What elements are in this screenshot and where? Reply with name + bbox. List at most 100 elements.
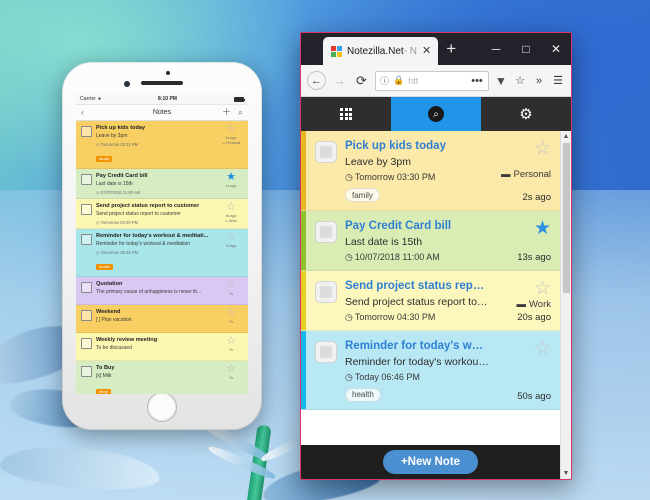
scrollbar-thumb[interactable] <box>562 143 570 293</box>
note-accent-bar <box>301 131 306 210</box>
reload-icon[interactable]: ⟳ <box>353 72 370 89</box>
tab-grid-view[interactable] <box>301 97 391 131</box>
address-bar[interactable]: ⓘ 🔒 htt ••• <box>375 70 489 91</box>
note-checkbox[interactable] <box>315 280 337 303</box>
note-tag[interactable]: health <box>96 263 113 270</box>
earpiece-speaker <box>141 81 183 85</box>
note-star-icon[interactable]: ☆ <box>534 139 551 158</box>
note-tag[interactable]: family <box>345 188 380 202</box>
note-card[interactable]: Reminder for today's worko... Reminder fo… <box>301 330 560 410</box>
overflow-chevron-icon[interactable]: » <box>532 75 546 87</box>
note-checkbox[interactable] <box>315 141 337 163</box>
note-description: Last date is 15th <box>96 181 133 187</box>
note-timestamp: 1s ago <box>225 184 237 188</box>
note-checkbox[interactable] <box>81 174 92 185</box>
note-tag[interactable]: shop <box>96 388 111 394</box>
close-window-button[interactable]: ✕ <box>541 33 571 65</box>
shield-icon[interactable]: ▼ <box>494 74 508 88</box>
note-star-icon[interactable]: ☆ <box>226 308 236 319</box>
note-star-icon[interactable]: ☆ <box>226 280 236 291</box>
tab-search[interactable]: ⌕ <box>391 97 481 131</box>
grid-icon <box>340 108 352 120</box>
home-button[interactable] <box>147 392 177 422</box>
note-checkbox[interactable] <box>81 310 92 321</box>
app-toolbar: ⌕ ⚙ <box>301 97 571 131</box>
note-title: Pay Credit Card bill <box>96 173 148 179</box>
ios-note-list[interactable]: Pick up kids today Leave by 3pm ◷Tomorrow … <box>76 121 248 394</box>
ios-note-row[interactable]: Weekend [ ] Plan vacation ☆ 7s <box>76 305 248 333</box>
carrier-label: Carrier <box>80 96 96 102</box>
note-description: Reminder for today's workout & m... <box>345 355 489 368</box>
hamburger-menu-icon[interactable]: ☰ <box>551 74 565 87</box>
note-star-icon[interactable]: ☆ <box>226 336 236 347</box>
vertical-scrollbar[interactable]: ▲ ▼ <box>560 131 571 479</box>
ios-note-row[interactable]: Pick up kids today Leave by 3pm ◷Tomorrow … <box>76 121 248 169</box>
note-star-icon[interactable]: ☆ <box>534 339 551 358</box>
note-checkbox[interactable] <box>81 234 92 245</box>
iphone-screen: Carrier ● 8:10 PM ‹ Notes ＋ ⌕ Pick up ki… <box>76 94 248 394</box>
minimize-button[interactable]: ─ <box>481 33 511 65</box>
close-icon[interactable]: ✕ <box>422 45 431 57</box>
add-note-icon[interactable]: ＋ <box>222 108 231 117</box>
new-note-button[interactable]: +New Note <box>382 450 479 474</box>
note-timestamp: 13s ago <box>517 251 551 263</box>
note-card[interactable]: Pick up kids today Leave by 3pm ◷ Tomorrow … <box>301 131 560 211</box>
note-reminder-date: ◷ 10/07/2018 11:00 AM <box>345 251 440 262</box>
scroll-up-icon[interactable]: ▲ <box>563 131 570 142</box>
notezilla-favicon <box>331 45 342 57</box>
note-tag[interactable]: health <box>345 387 381 402</box>
note-accent-bar <box>301 270 306 330</box>
search-icon[interactable]: ⌕ <box>238 108 243 117</box>
note-tag[interactable]: family <box>96 155 113 162</box>
back-icon[interactable]: ← <box>307 71 326 90</box>
note-description: Reminder for today's workout & meditatio… <box>96 241 191 247</box>
note-star-icon[interactable]: ★ <box>534 219 551 238</box>
note-checkbox[interactable] <box>81 366 92 377</box>
ios-status-bar: Carrier ● 8:10 PM <box>76 94 248 105</box>
note-title: Send project status report to customer <box>96 203 200 209</box>
bookmark-star-icon[interactable]: ☆ <box>513 74 527 87</box>
notes-scroll-area[interactable]: Pick up kids today Leave by 3pm ◷ Tomorrow … <box>301 131 560 479</box>
note-title: Pick up kids today <box>96 125 146 131</box>
ios-note-row[interactable]: Quotation The primary cause of unhappines… <box>76 277 248 305</box>
note-card[interactable]: Pay Credit Card bill Last date is 15th ◷ 10… <box>301 210 560 271</box>
note-checkbox[interactable] <box>81 338 92 349</box>
ios-note-row[interactable]: Reminder for today's workout & meditati.… <box>76 229 248 277</box>
note-checkbox[interactable] <box>81 282 92 293</box>
tab-settings[interactable]: ⚙ <box>481 97 571 131</box>
ios-note-row[interactable]: To Buy [x] Milk shop ☆ 7s <box>76 361 248 394</box>
site-info-icon[interactable]: ⓘ <box>380 74 389 87</box>
browser-tab[interactable]: Notezilla.Net- N ✕ <box>323 37 439 65</box>
note-reminder-date: ◷Tomorrow 04:30 PM <box>345 311 436 322</box>
note-star-icon[interactable]: ☆ <box>226 124 236 135</box>
ios-note-row[interactable]: Send project status report to customer Se… <box>76 199 248 229</box>
forward-icon[interactable]: → <box>331 72 348 89</box>
battery-icon <box>234 96 245 102</box>
note-description: The primary cause of unhappiness is neve… <box>96 289 202 295</box>
note-checkbox[interactable] <box>81 204 92 215</box>
ios-note-row[interactable]: Pay Credit Card bill Last date is 15th ◷07… <box>76 169 248 199</box>
more-options-icon[interactable]: ••• <box>470 75 484 87</box>
note-title: Pick up kids today <box>345 140 446 152</box>
note-checkbox[interactable] <box>315 220 337 243</box>
note-timestamp: 7s ago <box>225 244 237 248</box>
clock-icon: ◷ <box>96 190 100 195</box>
ios-nav-bar: ‹ Notes ＋ ⌕ <box>76 105 248 121</box>
ios-note-row[interactable]: Weekly review meeting To be discussed ☆ 7s <box>76 333 248 361</box>
note-accent-bar <box>301 330 306 409</box>
note-star-icon[interactable]: ☆ <box>226 232 236 243</box>
note-star-icon[interactable]: ★ <box>226 172 236 183</box>
note-checkbox[interactable] <box>315 340 337 363</box>
note-card[interactable]: Send project status report t... Send proj… <box>301 270 560 331</box>
note-checkbox[interactable] <box>81 126 92 137</box>
note-star-icon[interactable]: ☆ <box>226 364 236 375</box>
note-star-icon[interactable]: ☆ <box>534 279 551 298</box>
tab-title-dim: - N <box>403 45 418 57</box>
note-folder: ▬ Personal <box>501 169 551 181</box>
maximize-button[interactable]: □ <box>511 33 541 65</box>
note-title: Quotation <box>96 281 123 287</box>
note-star-icon[interactable]: ☆ <box>226 202 236 213</box>
scroll-down-icon[interactable]: ▼ <box>563 468 570 479</box>
notes-panel: Pick up kids today Leave by 3pm ◷ Tomorrow … <box>301 131 571 479</box>
new-tab-button[interactable]: + <box>438 33 464 65</box>
